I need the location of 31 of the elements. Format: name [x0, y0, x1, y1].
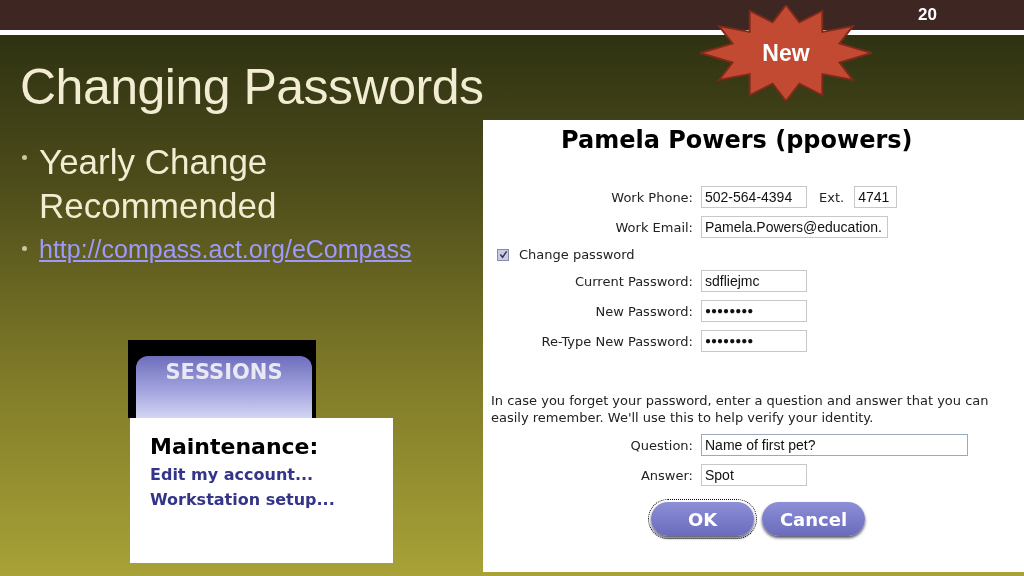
slide-number: 20 — [918, 5, 937, 25]
input-field[interactable]: Name of first pet? — [701, 434, 968, 456]
bullet-dot — [22, 155, 27, 160]
cancel-button[interactable]: Cancel — [762, 502, 865, 536]
maintenance-heading: Maintenance: — [150, 434, 320, 459]
help-text: In case you forget your password, enter a question and answer that you can easily remember. We'll use this to help verify your identity. — [491, 392, 990, 426]
input-field[interactable]: 502-564-4394 — [701, 186, 807, 208]
menu-link[interactable]: Edit my account... — [150, 465, 393, 484]
checkbox-label: Change password — [519, 247, 635, 262]
field-label: Current Password: — [573, 273, 693, 289]
field-label: Ext. — [819, 189, 845, 205]
checkbox[interactable] — [497, 248, 509, 261]
password-field[interactable]: ●●●●●●●● — [701, 330, 807, 352]
input-field[interactable]: Spot — [701, 464, 807, 486]
field-label: Answer: — [639, 467, 693, 483]
field-label: Re-Type New Password: — [540, 333, 693, 349]
input-field[interactable]: Pamela.Powers@education. — [701, 216, 888, 238]
bullet-dot — [22, 246, 27, 251]
form-heading: Pamela Powers (ppowers) — [561, 126, 914, 154]
field-label: Work Phone: — [610, 189, 693, 205]
ok-button[interactable]: OK — [651, 502, 754, 536]
password-field[interactable]: ●●●●●●●● — [701, 300, 807, 322]
menu-link[interactable]: Workstation setup... — [150, 490, 393, 509]
bullet-text: Yearly Change Recommended — [39, 141, 278, 227]
field-label: New Password: — [594, 303, 693, 319]
starburst-badge: New — [700, 5, 872, 101]
field-label: Work Email: — [614, 219, 693, 235]
input-field[interactable]: 4741 — [854, 186, 898, 208]
slide-title: Changing Passwords — [20, 58, 485, 117]
password-field[interactable]: sdfliejmc — [701, 270, 807, 292]
field-label: Question: — [629, 437, 693, 453]
